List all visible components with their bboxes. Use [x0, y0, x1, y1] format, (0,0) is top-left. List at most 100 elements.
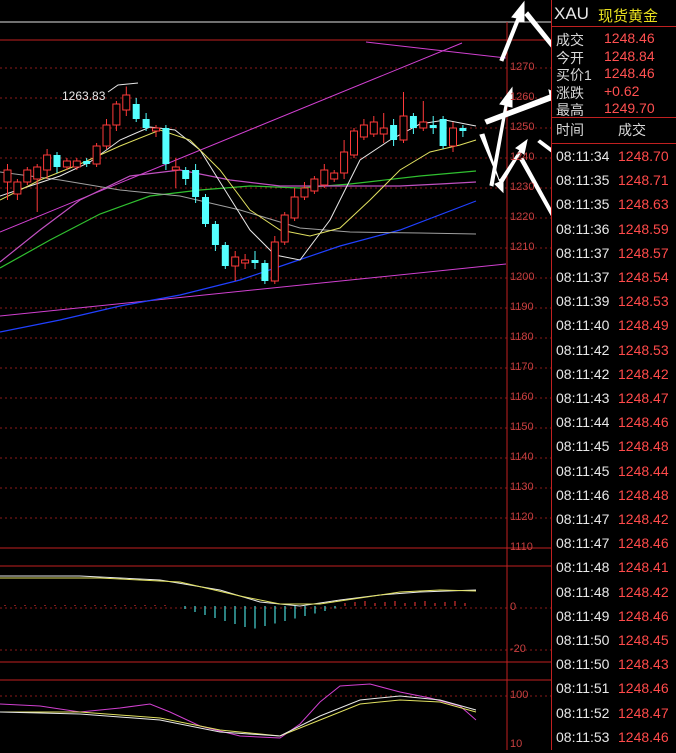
- candle: [300, 182, 309, 200]
- trade-price: 1248.44: [618, 462, 669, 479]
- candle: [241, 254, 250, 269]
- candle: [429, 116, 437, 134]
- price-axis-label: 1230: [510, 181, 535, 193]
- candle: [43, 149, 52, 179]
- candle: [231, 251, 240, 281]
- price-axis-label: 1170: [510, 361, 534, 373]
- trade-price: 1248.46: [618, 535, 669, 552]
- price-axis-label: 1220: [510, 211, 535, 223]
- trade-time: 08:11:52: [556, 704, 610, 721]
- price-axis-label: 1110: [510, 541, 533, 553]
- price-axis-label: 1270: [510, 61, 535, 73]
- price-axis-label: 1150: [510, 421, 534, 433]
- candle: [72, 158, 81, 170]
- trade-time: 08:11:42: [556, 365, 610, 382]
- trade-time: 08:11:47: [556, 511, 610, 527]
- trade-price: 1248.41: [618, 559, 669, 576]
- trade-time: 08:11:35: [556, 196, 610, 213]
- candle: [340, 140, 349, 179]
- candle: [270, 236, 279, 284]
- trade-price: 1248.63: [618, 196, 669, 213]
- macd-axis-label: -20: [510, 643, 526, 655]
- candle: [53, 152, 61, 173]
- trade-row: 08:11:37 1248.54: [552, 269, 676, 293]
- trade-row: 08:11:50 1248.45: [552, 632, 676, 656]
- quote-value: 1248.84: [604, 47, 655, 64]
- trade-price: 1248.49: [618, 317, 669, 334]
- trades-header: 时间 成交: [552, 120, 676, 140]
- trade-row: 08:11:36 1248.59: [552, 221, 676, 245]
- trade-time: 08:11:49: [556, 607, 610, 624]
- chart-gridlines: [0, 21, 551, 750]
- trade-price: 1248.43: [618, 656, 669, 673]
- kdj-white-line: [0, 695, 477, 737]
- kdj-magenta-line: [0, 683, 477, 739]
- trade-time: 08:11:50: [556, 632, 610, 648]
- price-axis-label: 1200: [510, 271, 535, 283]
- trade-row: 08:11:44 1248.46: [552, 414, 676, 438]
- trade-row: 08:11:35 1248.63: [552, 196, 676, 220]
- kdj-yellow-line: [0, 699, 477, 737]
- trade-time: 08:11:50: [556, 656, 610, 673]
- trade-price: 1248.71: [618, 172, 669, 189]
- candle: [369, 116, 378, 137]
- candle: [390, 119, 398, 146]
- trendline-top-short: [365, 41, 507, 59]
- symbol-code: XAU: [554, 4, 589, 23]
- trade-time: 08:11:36: [556, 220, 610, 237]
- trade-price: 1248.57: [618, 244, 669, 261]
- high-marker-label: 1263.83: [62, 89, 106, 103]
- trade-price: 1248.46: [618, 680, 669, 697]
- candle: [13, 179, 22, 200]
- trade-price: 1248.47: [618, 390, 669, 406]
- price-axis-label: 1210: [510, 241, 535, 253]
- candle: [122, 86, 131, 116]
- macd-yellow-line: [0, 577, 477, 605]
- candle: [152, 125, 160, 137]
- quote-row: 最高 1249.70: [552, 100, 676, 121]
- trade-time: 08:11:40: [556, 317, 610, 334]
- trade-row: 08:11:52 1248.47: [552, 705, 676, 729]
- trade-time: 08:11:43: [556, 390, 610, 406]
- trade-row: 08:11:45 1248.48: [552, 438, 676, 462]
- trade-time: 08:11:42: [556, 341, 610, 358]
- trade-time: 08:11:47: [556, 535, 610, 552]
- trade-price: 1248.53: [618, 341, 669, 358]
- trade-price: 1248.47: [618, 704, 669, 721]
- macd-axis-label: 0: [510, 601, 517, 613]
- quote-value: 1249.70: [604, 100, 655, 116]
- trade-time: 08:11:53: [556, 728, 610, 745]
- trade-row: 08:11:39 1248.53: [552, 293, 676, 317]
- candle: [171, 158, 180, 188]
- trade-row: 08:11:40 1248.49: [552, 317, 676, 341]
- trade-row: 08:11:48 1248.42: [552, 584, 676, 608]
- candle: [350, 128, 358, 158]
- trade-price: 1248.53: [618, 293, 669, 310]
- trade-time: 08:11:37: [556, 244, 610, 261]
- trade-price: 1248.46: [618, 607, 669, 624]
- candle: [290, 188, 299, 221]
- trade-price: 1248.42: [618, 511, 669, 527]
- price-axis-label: 1180: [510, 331, 534, 343]
- trades-header-price: 成交: [618, 122, 646, 138]
- price-axis-label: 1160: [510, 391, 534, 403]
- trade-price: 1248.42: [618, 583, 669, 600]
- candle: [192, 164, 200, 203]
- candle: [23, 167, 32, 185]
- candle: [439, 116, 447, 149]
- candlesticks: [3, 86, 467, 284]
- trade-row: 08:11:42 1248.42: [552, 366, 676, 390]
- price-axis-label: 1260: [510, 91, 535, 103]
- candle: [310, 176, 319, 194]
- candle: [379, 113, 388, 143]
- trade-row: 08:11:43 1248.47: [552, 390, 676, 414]
- candle: [202, 194, 209, 227]
- trade-row: 08:11:45 1248.44: [552, 463, 676, 487]
- trade-row: 08:11:37 1248.57: [552, 245, 676, 269]
- trade-row: 08:11:51 1248.46: [552, 680, 676, 704]
- trade-price: 1248.46: [618, 414, 669, 431]
- trade-price: 1248.54: [618, 269, 669, 285]
- price-chart[interactable]: 1263.83: [0, 0, 552, 750]
- trades-divider: [552, 143, 676, 144]
- price-axis-label: 1250: [510, 121, 535, 133]
